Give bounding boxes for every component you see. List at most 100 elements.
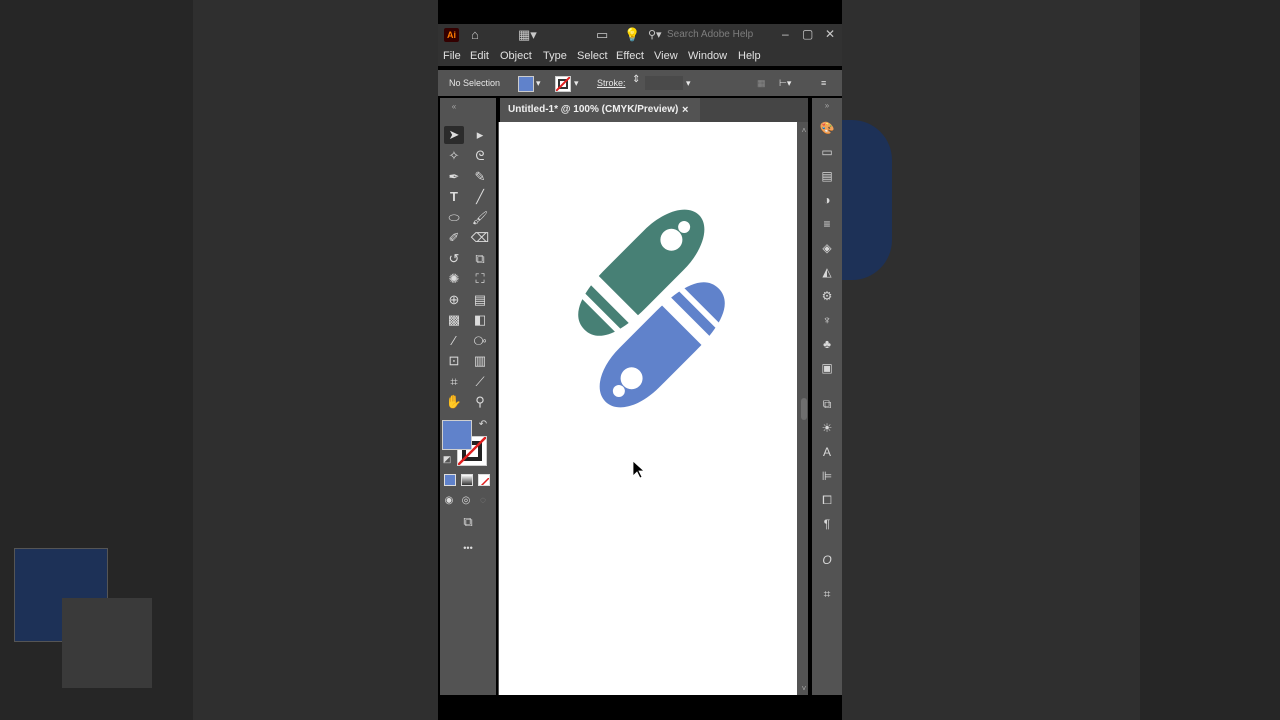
shape-builder-tool-icon[interactable]: ⊕ bbox=[444, 291, 464, 309]
minimize-button[interactable]: – bbox=[782, 26, 789, 42]
layers-panel-icon[interactable]: ◈ bbox=[819, 240, 835, 256]
curvature-tool-icon[interactable]: ✎ bbox=[470, 168, 490, 186]
align-panel-icon[interactable]: ⊫ bbox=[819, 468, 835, 484]
menu-effect[interactable]: Effect bbox=[616, 49, 644, 63]
zoom-tool-icon[interactable]: ⚲ bbox=[470, 393, 490, 411]
draw-behind-icon[interactable]: ◎ bbox=[459, 492, 473, 510]
magic-wand-tool-icon[interactable]: ✧ bbox=[444, 147, 464, 165]
stroke-label[interactable]: Stroke: bbox=[597, 77, 626, 89]
close-tab-icon[interactable]: × bbox=[682, 98, 688, 122]
ellipse-tool-icon[interactable]: ⬭ bbox=[444, 209, 464, 227]
close-window-button[interactable]: ✕ bbox=[825, 26, 835, 42]
character-panel-icon[interactable]: A bbox=[819, 444, 835, 460]
maximize-button[interactable]: ▢ bbox=[802, 26, 813, 42]
none-mode-slash-icon bbox=[480, 477, 489, 485]
panel-collapse-icon[interactable]: « bbox=[444, 98, 464, 116]
selection-status: No Selection bbox=[449, 78, 501, 88]
transform-icon[interactable]: ⊢▾ bbox=[779, 77, 791, 89]
type-tool-icon[interactable]: T bbox=[444, 188, 464, 206]
eraser-tool-icon[interactable]: ⌫ bbox=[470, 229, 490, 247]
scroll-down-icon[interactable]: ˅ bbox=[800, 684, 808, 693]
opentype-panel-icon[interactable]: O bbox=[819, 552, 835, 568]
artboard[interactable] bbox=[499, 122, 797, 695]
hand-tool-icon[interactable]: ✋ bbox=[444, 393, 464, 411]
menu-window[interactable]: Window bbox=[688, 49, 727, 63]
rotate-tool-icon[interactable]: ↺ bbox=[444, 250, 464, 268]
slice-tool-icon[interactable]: ⟋ bbox=[470, 373, 490, 391]
blend-tool-icon[interactable]: ⧂ bbox=[470, 332, 490, 350]
properties-panel-icon[interactable]: ⚙ bbox=[819, 288, 835, 304]
fill-dropdown-chevron-icon[interactable]: ▾ bbox=[536, 77, 541, 89]
swap-fill-stroke-icon[interactable]: ↶ bbox=[476, 416, 490, 434]
perspective-grid-tool-icon[interactable]: ▤ bbox=[470, 291, 490, 309]
line-segment-tool-icon[interactable]: ╱ bbox=[470, 188, 490, 206]
menu-view[interactable]: View bbox=[654, 49, 678, 63]
gradient-mode-icon[interactable] bbox=[461, 474, 473, 486]
edit-toolbar-icon[interactable]: ••• bbox=[456, 539, 480, 557]
scroll-up-icon[interactable]: ˄ bbox=[800, 126, 808, 135]
menu-object[interactable]: Object bbox=[500, 49, 532, 63]
none-mode-icon[interactable] bbox=[478, 474, 490, 486]
menu-type[interactable]: Type bbox=[543, 49, 567, 63]
stroke-panel-icon[interactable]: ≡ bbox=[819, 216, 835, 232]
mesh-tool-icon[interactable]: ▩ bbox=[444, 311, 464, 329]
scrollbar-thumb[interactable] bbox=[801, 398, 807, 420]
home-icon[interactable]: ⌂ bbox=[471, 27, 479, 43]
menu-help[interactable]: Help bbox=[738, 49, 761, 63]
transparency-panel-icon[interactable]: ☀ bbox=[819, 420, 835, 436]
warp-tool-icon[interactable]: ✺ bbox=[444, 270, 464, 288]
search-input[interactable]: Search Adobe Help bbox=[667, 27, 797, 43]
menu-select[interactable]: Select bbox=[577, 49, 608, 63]
selection-tool-icon[interactable]: ➤ bbox=[444, 126, 464, 144]
pathfinder-panel-icon[interactable]: ⧉ bbox=[819, 396, 835, 412]
artboard-tool-icon[interactable]: ⌗ bbox=[444, 373, 464, 391]
libraries-panel-icon[interactable]: ▣ bbox=[819, 360, 835, 376]
background-blur-left bbox=[0, 0, 438, 720]
paintbrush-tool-icon[interactable]: 🖌 bbox=[470, 209, 490, 227]
symbol-sprayer-tool-icon[interactable]: ⊡ bbox=[444, 352, 464, 370]
align-icon[interactable]: ▦ bbox=[757, 77, 766, 89]
workspace-switcher-icon[interactable]: ▦▾ bbox=[518, 27, 537, 43]
draw-normal-icon[interactable]: ◉ bbox=[442, 492, 456, 510]
paragraph-panel-icon[interactable]: ¶ bbox=[819, 516, 835, 532]
stroke-weight-input[interactable] bbox=[645, 76, 683, 90]
gradient-tool-icon[interactable]: ◧ bbox=[470, 311, 490, 329]
shaper-tool-icon[interactable]: ✐ bbox=[444, 229, 464, 247]
scale-tool-icon[interactable]: ⧉ bbox=[470, 250, 490, 268]
default-fill-stroke-icon[interactable]: ◩ bbox=[440, 450, 454, 468]
fill-swatch-front[interactable] bbox=[442, 420, 472, 450]
lasso-tool-icon[interactable]: ᘓ bbox=[470, 147, 490, 165]
stroke-weight-stepper-icon[interactable]: ⇕ bbox=[632, 74, 640, 86]
lightbulb-icon[interactable]: 💡 bbox=[624, 27, 640, 43]
direct-selection-tool-icon[interactable]: ▸ bbox=[470, 126, 490, 144]
column-graph-tool-icon[interactable]: ▥ bbox=[470, 352, 490, 370]
graphic-styles-icon[interactable]: ◭ bbox=[819, 264, 835, 280]
arrange-documents-icon[interactable]: ▭ bbox=[596, 27, 608, 43]
menu-bar: File Edit Object Type Select Effect View… bbox=[438, 46, 842, 66]
vertical-scrollbar[interactable]: ˄ ˅ bbox=[800, 122, 808, 695]
change-screen-mode-icon[interactable]: ⧉ bbox=[458, 513, 478, 531]
free-transform-tool-icon[interactable]: ⛶ bbox=[470, 270, 490, 288]
menu-file[interactable]: File bbox=[443, 49, 461, 63]
document-tab[interactable]: Untitled-1* @ 100% (CMYK/Preview) × bbox=[500, 98, 700, 122]
gradient-panel-icon[interactable]: ▭ bbox=[819, 144, 835, 160]
brushes-panel-icon[interactable]: ♆ bbox=[819, 312, 835, 328]
swatches-panel-icon[interactable]: ▤ bbox=[819, 168, 835, 184]
stroke-dropdown-chevron-icon[interactable]: ▾ bbox=[574, 77, 579, 89]
artboards-panel-icon[interactable]: ⌗ bbox=[819, 586, 835, 602]
transform-panel-icon[interactable]: ⧠ bbox=[819, 492, 835, 508]
pen-tool-icon[interactable]: ✒ bbox=[444, 168, 464, 186]
appearance-panel-icon[interactable]: ◑ bbox=[819, 192, 835, 208]
stroke-weight-chevron-icon[interactable]: ▾ bbox=[686, 77, 691, 89]
symbols-panel-icon[interactable]: ♣ bbox=[819, 336, 835, 352]
panel-expand-icon[interactable]: » bbox=[819, 98, 835, 114]
panel-menu-icon[interactable]: ≡ bbox=[821, 77, 826, 89]
stroke-color-swatch[interactable] bbox=[555, 76, 571, 92]
color-palette-icon[interactable]: 🎨 bbox=[819, 120, 835, 136]
draw-inside-icon[interactable]: ◌ bbox=[476, 492, 490, 510]
color-mode-icon[interactable] bbox=[444, 474, 456, 486]
canvas-area[interactable]: ˄ ˅ bbox=[498, 122, 808, 695]
menu-edit[interactable]: Edit bbox=[470, 49, 489, 63]
fill-color-swatch[interactable] bbox=[518, 76, 534, 92]
eyedropper-tool-icon[interactable]: ⁄ bbox=[444, 332, 464, 350]
